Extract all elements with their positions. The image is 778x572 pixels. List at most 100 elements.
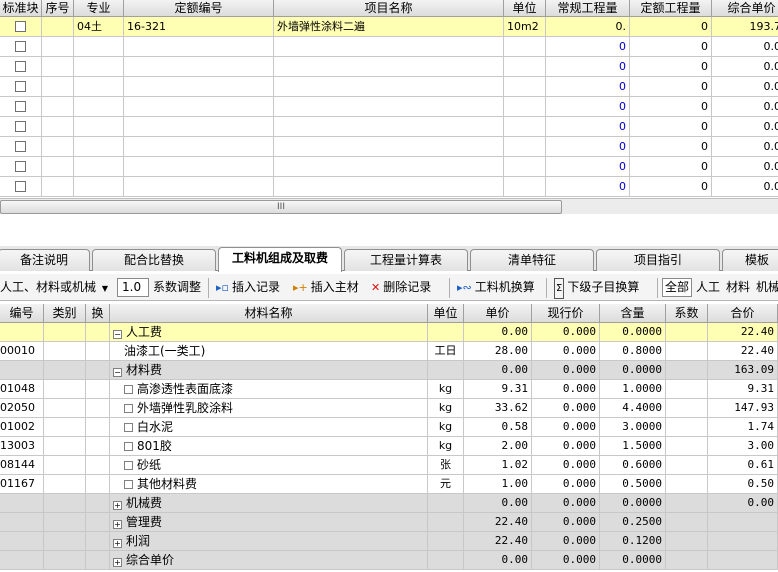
scrollbar-thumb[interactable]: III <box>0 200 562 214</box>
resource-row[interactable]: 13003 801胶 kg 2.00 0.000 1.5000 3.00 <box>0 437 778 456</box>
res-price-cell[interactable]: 22.40 <box>464 532 532 551</box>
res-total-cell[interactable]: 147.93 <box>708 399 778 418</box>
res-name-cell[interactable]: 801胶 <box>110 437 428 456</box>
res-content-cell[interactable]: 1.0000 <box>600 380 666 399</box>
col-header-unit[interactable]: 单位 <box>504 0 546 17</box>
filter-machine-button[interactable]: 机械 <box>756 278 778 297</box>
standard-block-checkbox[interactable] <box>15 61 26 72</box>
res-name-cell[interactable]: + 利润 <box>110 532 428 551</box>
res-current-price-cell[interactable]: 0.000 <box>532 323 600 342</box>
tab-template[interactable]: 模板 <box>722 249 778 271</box>
res-content-cell[interactable]: 0.2500 <box>600 513 666 532</box>
quota-code-cell[interactable]: 16-321 <box>124 17 274 37</box>
res-coef-cell[interactable] <box>666 532 708 551</box>
res-total-cell[interactable]: 3.00 <box>708 437 778 456</box>
material-swap-button[interactable]: ▸∾ 工料机换算 <box>457 278 535 297</box>
filter-material-button[interactable]: 材料 <box>726 278 750 297</box>
res-total-cell[interactable]: 9.31 <box>708 380 778 399</box>
res-category-cell[interactable] <box>44 475 86 494</box>
quota-code-cell[interactable] <box>124 77 274 97</box>
res-category-cell[interactable] <box>44 456 86 475</box>
tab-remarks[interactable]: 备注说明 <box>0 249 90 271</box>
res-price-cell[interactable]: 22.40 <box>464 513 532 532</box>
normal-qty-cell[interactable]: 0. <box>546 17 630 37</box>
quota-row[interactable]: 000.00 <box>0 157 778 177</box>
res-unit-cell[interactable] <box>428 361 464 380</box>
res-name-cell[interactable]: + 综合单价 <box>110 551 428 570</box>
res-coef-cell[interactable] <box>666 361 708 380</box>
res-unit-cell[interactable]: 工日 <box>428 342 464 361</box>
res-name-cell[interactable]: − 材料费 <box>110 361 428 380</box>
res-coef-cell[interactable] <box>666 437 708 456</box>
quota-code-cell[interactable] <box>124 37 274 57</box>
standard-block-checkbox[interactable] <box>15 141 26 152</box>
quota-qty-cell[interactable]: 0 <box>630 157 712 177</box>
res-current-price-cell[interactable]: 0.000 <box>532 456 600 475</box>
col-header-content[interactable]: 含量 <box>600 304 666 323</box>
quota-qty-cell[interactable]: 0 <box>630 17 712 37</box>
res-code-cell[interactable] <box>0 513 44 532</box>
specialty-cell[interactable] <box>74 37 124 57</box>
res-total-cell[interactable]: 0.61 <box>708 456 778 475</box>
unit-cell[interactable] <box>504 77 546 97</box>
unit-cell[interactable] <box>504 177 546 197</box>
res-category-cell[interactable] <box>44 380 86 399</box>
seq-cell[interactable] <box>42 17 74 37</box>
normal-qty-cell[interactable]: 0 <box>546 97 630 117</box>
res-unit-cell[interactable]: kg <box>428 437 464 456</box>
collapse-icon[interactable]: − <box>113 330 122 339</box>
res-unit-cell[interactable] <box>428 494 464 513</box>
res-current-price-cell[interactable]: 0.000 <box>532 551 600 570</box>
res-total-cell[interactable]: 0.50 <box>708 475 778 494</box>
col-header-coef[interactable]: 系数 <box>666 304 708 323</box>
res-code-cell[interactable] <box>0 532 44 551</box>
res-total-cell[interactable] <box>708 513 778 532</box>
res-swap-cell[interactable] <box>86 494 110 513</box>
res-price-cell[interactable]: 1.00 <box>464 475 532 494</box>
res-code-cell[interactable]: 02050 <box>0 399 44 418</box>
collapse-icon[interactable]: − <box>113 368 122 377</box>
resource-row[interactable]: 00010 油漆工(一类工) 工日 28.00 0.000 0.8000 22.40 <box>0 342 778 361</box>
res-coef-cell[interactable] <box>666 475 708 494</box>
res-total-cell[interactable]: 1.74 <box>708 418 778 437</box>
tab-labor-material-machine[interactable]: 工料机组成及取费 <box>218 247 342 272</box>
item-name-cell[interactable] <box>274 57 504 77</box>
quota-code-cell[interactable] <box>124 137 274 157</box>
res-swap-cell[interactable] <box>86 380 110 399</box>
col-header-normal-qty[interactable]: 常规工程量 <box>546 0 630 17</box>
res-total-cell[interactable]: 22.40 <box>708 323 778 342</box>
insert-main-material-button[interactable]: ▸+ 插入主材 <box>293 278 359 297</box>
res-total-cell[interactable] <box>708 551 778 570</box>
item-name-cell[interactable] <box>274 97 504 117</box>
res-swap-cell[interactable] <box>86 456 110 475</box>
res-content-cell[interactable]: 0.0000 <box>600 551 666 570</box>
quota-row[interactable]: 000.00 <box>0 137 778 157</box>
res-unit-cell[interactable]: 张 <box>428 456 464 475</box>
unit-cell[interactable] <box>504 57 546 77</box>
expand-icon[interactable]: + <box>113 539 122 548</box>
item-name-cell[interactable] <box>274 77 504 97</box>
unit-cell[interactable] <box>504 97 546 117</box>
specialty-cell[interactable] <box>74 97 124 117</box>
standard-block-checkbox[interactable] <box>15 21 26 32</box>
res-coef-cell[interactable] <box>666 380 708 399</box>
res-swap-cell[interactable] <box>86 399 110 418</box>
cost-group-row[interactable]: + 机械费 0.00 0.000 0.0000 0.00 <box>0 494 778 513</box>
quota-qty-cell[interactable]: 0 <box>630 37 712 57</box>
filter-labor-button[interactable]: 人工 <box>696 278 720 297</box>
col-header-category[interactable]: 类别 <box>44 304 86 323</box>
res-current-price-cell[interactable]: 0.000 <box>532 399 600 418</box>
res-total-cell[interactable]: 0.00 <box>708 494 778 513</box>
res-total-cell[interactable] <box>708 532 778 551</box>
res-content-cell[interactable]: 3.0000 <box>600 418 666 437</box>
res-coef-cell[interactable] <box>666 418 708 437</box>
resource-row[interactable]: 01167 其他材料费 元 1.00 0.000 0.5000 0.50 <box>0 475 778 494</box>
res-price-cell[interactable]: 2.00 <box>464 437 532 456</box>
col-header-material-name[interactable]: 材料名称 <box>110 304 428 323</box>
seq-cell[interactable] <box>42 137 74 157</box>
standard-block-cell[interactable] <box>0 137 42 157</box>
cost-group-row[interactable]: + 管理费 22.40 0.000 0.2500 <box>0 513 778 532</box>
res-current-price-cell[interactable]: 0.000 <box>532 532 600 551</box>
res-category-cell[interactable] <box>44 437 86 456</box>
col-header-swap[interactable]: 换 <box>86 304 110 323</box>
